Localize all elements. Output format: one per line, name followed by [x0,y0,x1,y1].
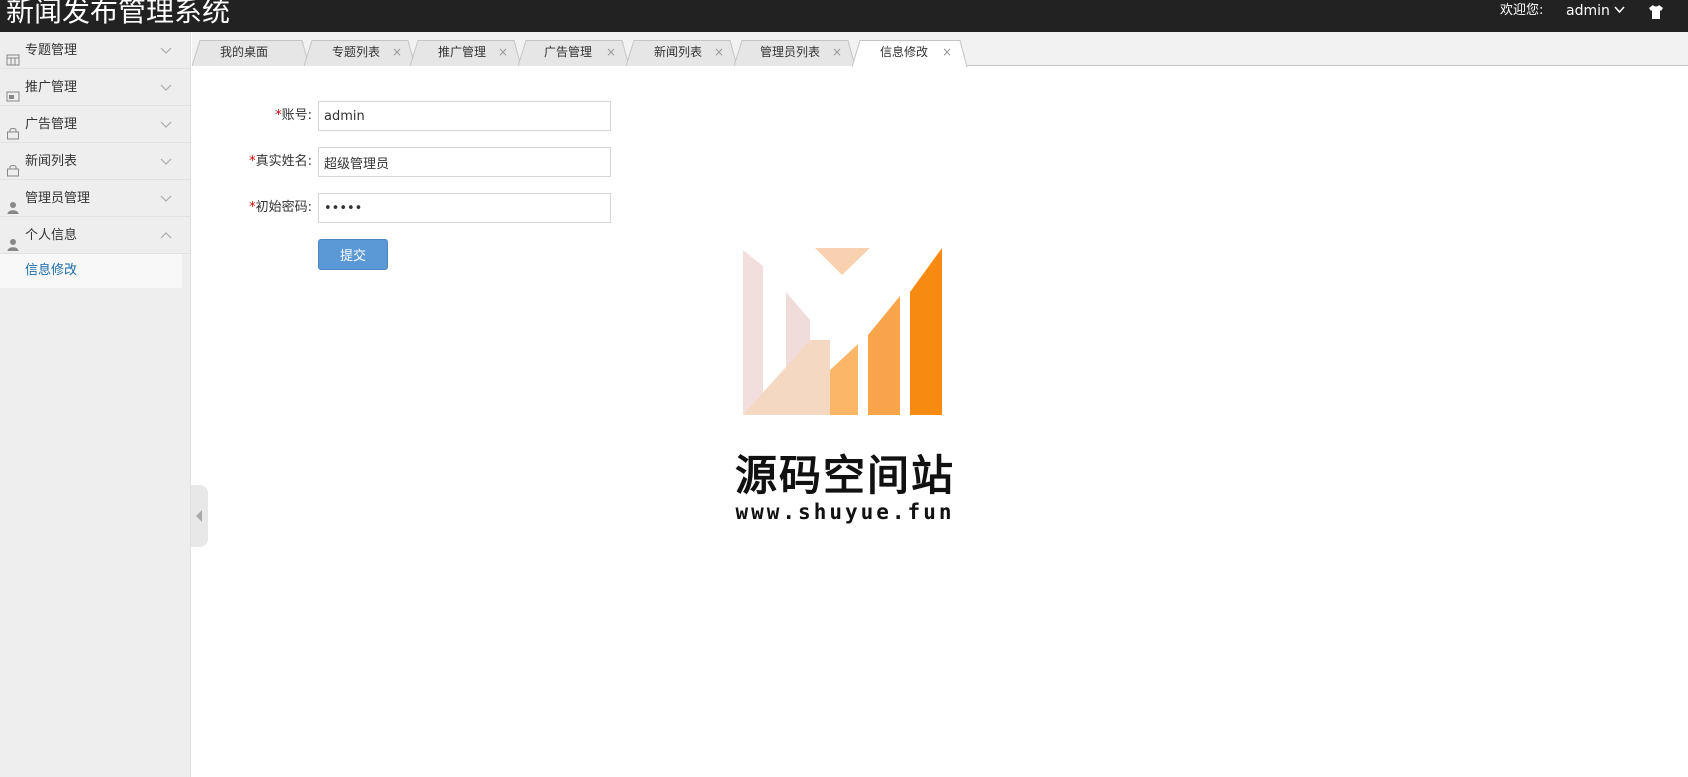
tab-topic-list[interactable]: 专题列表 × [304,40,416,66]
chevron-down-icon [160,69,172,106]
tab-label: 管理员列表 [760,45,821,59]
sidebar-subitem-edit-info[interactable]: 信息修改 [0,254,190,288]
tab-admin-list[interactable]: 管理员列表 × [734,40,856,66]
sidebar-item-ads[interactable]: 广告管理 [0,106,190,143]
account-row: *账号: [192,101,892,131]
profile-submenu: 信息修改 [0,254,190,288]
username: admin [1566,3,1610,19]
tab-label: 推广管理 [438,45,487,59]
submit-button[interactable]: 提交 [318,239,388,270]
chevron-down-icon [160,180,172,217]
close-icon[interactable]: × [606,40,616,64]
tab-news-list[interactable]: 新闻列表 × [626,40,738,66]
top-bar: 新闻发布管理系统 欢迎您: admin [0,0,1688,32]
password-input[interactable] [318,193,611,223]
image-icon [6,81,20,102]
close-icon[interactable]: × [832,40,842,64]
grid-icon [6,44,20,66]
sidebar-item-topics[interactable]: 专题管理 [0,32,190,69]
tab-label: 专题列表 [332,45,381,59]
tab-label: 信息修改 [880,45,929,59]
account-label: *账号: [192,101,312,131]
password-row: *初始密码: [192,193,892,223]
realname-input[interactable] [318,147,611,177]
user-icon [6,229,20,251]
tshirt-icon[interactable] [1648,4,1664,20]
tab-label: 新闻列表 [654,45,703,59]
user-icon [6,192,20,214]
close-icon[interactable]: × [392,40,402,64]
chevron-down-icon [160,143,172,180]
tab-label: 我的桌面 [220,45,269,59]
sidebar-item-label: 推广管理 [25,80,78,95]
chevron-down-icon [160,32,172,69]
sidebar-item-label: 专题管理 [25,43,78,58]
chevron-down-icon [160,106,172,143]
sidebar-item-admins[interactable]: 管理员管理 [0,180,190,217]
welcome-text: 欢迎您: [1500,3,1544,18]
realname-label: *真实姓名: [192,147,312,177]
close-icon[interactable]: × [714,40,724,64]
close-icon[interactable]: × [942,40,952,64]
tab-ads[interactable]: 广告管理 × [518,40,630,66]
realname-label-text: 真实姓名: [255,154,312,169]
sidebar-item-label: 个人信息 [25,228,78,243]
password-label: *初始密码: [192,193,312,223]
sidebar-item-label: 管理员管理 [25,191,91,206]
tab-promotion[interactable]: 推广管理 × [410,40,522,66]
realname-row: *真实姓名: [192,147,892,177]
close-icon[interactable]: × [498,40,508,64]
sidebar-item-label: 新闻列表 [25,154,78,169]
chevron-up-icon [160,217,172,254]
account-input[interactable] [318,101,611,131]
app-title: 新闻发布管理系统 [6,0,231,28]
watermark-url: www.shuyue.fun [735,500,955,524]
password-label-text: 初始密码: [255,200,312,215]
tab-edit-info[interactable]: 信息修改 × [852,40,968,67]
bag-icon [6,155,20,177]
account-label-text: 账号: [281,108,312,123]
tab-bar: 我的桌面 专题列表 × 推广管理 × 广告管理 × 新闻列表 × 管理员列表 ×… [192,32,1688,67]
sidebar-item-label: 广告管理 [25,117,78,132]
sidebar-item-profile[interactable]: 个人信息 [0,217,190,254]
chevron-down-icon [1614,1,1625,23]
sidebar-item-promotion[interactable]: 推广管理 [0,69,190,106]
watermark-name: 源码空间站 [734,451,955,500]
sidebar: 专题管理 推广管理 广告管理 新闻列表 管理员管理 个人信息 信息修改 [0,32,191,777]
sidebar-item-news[interactable]: 新闻列表 [0,143,190,180]
user-menu[interactable]: admin [1566,0,1625,22]
tab-desktop[interactable]: 我的桌面 [192,40,310,66]
tab-label: 广告管理 [544,45,593,59]
bag-icon [6,118,20,140]
